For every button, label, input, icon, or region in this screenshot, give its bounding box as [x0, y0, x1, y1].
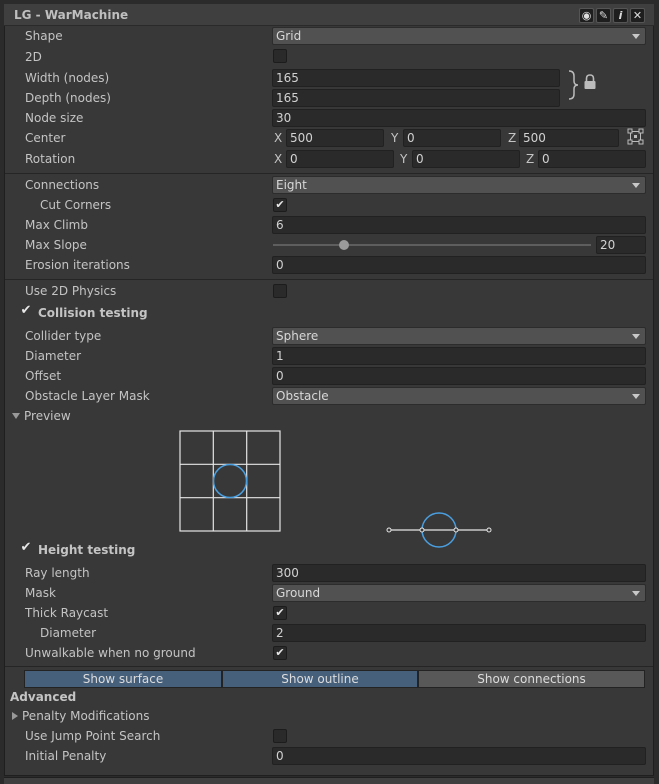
use-2d-physics-checkbox[interactable]	[273, 284, 287, 298]
initial-penalty-field[interactable]: 0	[272, 747, 646, 765]
jump-point-checkbox[interactable]	[273, 729, 287, 743]
obstacle-mask-dropdown-value: Obstacle	[276, 389, 329, 403]
width-field[interactable]: 165	[272, 69, 560, 87]
height-testing-label: Height testing	[38, 543, 136, 557]
chevron-down-icon	[632, 394, 640, 399]
diameter-label: Diameter	[25, 349, 82, 363]
snap-center-icon[interactable]	[627, 128, 644, 145]
foldout-expanded-icon[interactable]	[12, 413, 20, 419]
component-title: LG - WarMachine	[14, 8, 129, 22]
penalty-modifications-label[interactable]: Penalty Modifications	[22, 709, 150, 723]
brace-icon	[568, 70, 579, 100]
info-icon[interactable]: i	[613, 8, 628, 23]
depth-field[interactable]: 165	[272, 89, 560, 107]
chevron-down-icon	[632, 334, 640, 339]
ray-length-label: Ray length	[25, 566, 90, 580]
width-label: Width (nodes)	[25, 71, 110, 85]
collider-type-label: Collider type	[25, 329, 102, 343]
foldout-collapsed-icon[interactable]	[12, 712, 18, 720]
node-size-field[interactable]: 30	[272, 109, 646, 127]
initial-penalty-label: Initial Penalty	[25, 749, 107, 763]
max-climb-label: Max Climb	[25, 218, 88, 232]
offset-label: Offset	[25, 369, 62, 383]
height-testing-checkbox[interactable]: ✔	[19, 541, 33, 556]
rotation-y-axis-label: Y	[400, 152, 408, 166]
rotation-x-field[interactable]: 0	[286, 150, 394, 168]
chevron-down-icon	[632, 591, 640, 596]
show-connections-button[interactable]: Show connections	[418, 670, 645, 688]
2d-label: 2D	[25, 50, 42, 64]
thick-raycast-label: Thick Raycast	[25, 606, 109, 620]
chevron-down-icon	[632, 34, 640, 39]
depth-label: Depth (nodes)	[25, 91, 111, 105]
mask-label: Mask	[25, 586, 56, 600]
collision-testing-checkbox[interactable]: ✔	[19, 304, 33, 319]
offset-field[interactable]: 0	[272, 367, 646, 385]
max-climb-field[interactable]: 6	[272, 216, 646, 234]
center-label: Center	[25, 131, 66, 145]
rotation-y-field[interactable]: 0	[412, 150, 520, 168]
collider-type-dropdown[interactable]: Sphere	[272, 327, 646, 345]
collision-preview-grid	[179, 430, 281, 532]
rotation-x-axis-label: X	[274, 152, 283, 166]
center-y-field[interactable]: 0	[403, 129, 501, 147]
rotation-label: Rotation	[25, 152, 76, 166]
shape-dropdown-value: Grid	[276, 29, 302, 43]
connections-dropdown[interactable]: Eight	[272, 176, 646, 194]
lock-icon[interactable]	[583, 74, 597, 90]
section-divider	[5, 666, 653, 667]
collision-preview-side	[386, 512, 492, 548]
chevron-down-icon	[632, 183, 640, 188]
preview-label[interactable]: Preview	[24, 409, 71, 423]
cut-corners-checkbox[interactable]: ✔	[273, 198, 287, 212]
section-divider	[5, 279, 653, 280]
thick-diameter-field[interactable]: 2	[272, 624, 646, 642]
rotation-z-field[interactable]: 0	[538, 150, 646, 168]
center-z-axis-label: Z	[508, 131, 517, 145]
erosion-label: Erosion iterations	[25, 258, 130, 272]
collision-testing-label: Collision testing	[38, 306, 148, 320]
diameter-field[interactable]: 1	[272, 347, 646, 365]
node-size-label: Node size	[25, 111, 84, 125]
2d-checkbox[interactable]	[273, 49, 287, 63]
center-x-axis-label: X	[274, 131, 283, 145]
ray-length-field[interactable]: 300	[272, 564, 646, 582]
jump-point-label: Use Jump Point Search	[25, 729, 161, 743]
max-slope-slider-track[interactable]	[273, 244, 591, 246]
thick-raycast-checkbox[interactable]: ✔	[273, 606, 287, 620]
section-divider	[5, 173, 653, 174]
connections-dropdown-value: Eight	[276, 178, 307, 192]
center-y-axis-label: Y	[391, 131, 399, 145]
collider-circle	[212, 463, 248, 499]
pencil-icon[interactable]: ✎	[596, 8, 611, 23]
obstacle-mask-dropdown[interactable]: Obstacle	[272, 387, 646, 405]
center-x-field[interactable]: 500	[286, 129, 384, 147]
show-outline-button[interactable]: Show outline	[222, 670, 418, 688]
mask-dropdown-value: Ground	[276, 586, 321, 600]
component-header: LG - WarMachine	[4, 4, 654, 26]
center-z-field[interactable]: 500	[519, 129, 619, 147]
unwalkable-checkbox[interactable]: ✔	[273, 646, 287, 660]
close-icon[interactable]: ✕	[630, 8, 645, 23]
max-slope-field[interactable]: 20	[596, 236, 646, 254]
max-slope-label: Max Slope	[25, 238, 87, 252]
thick-diameter-label: Diameter	[40, 626, 97, 640]
connections-label: Connections	[25, 178, 100, 192]
mask-dropdown[interactable]: Ground	[272, 584, 646, 602]
shape-label: Shape	[25, 29, 63, 43]
obstacle-mask-label: Obstacle Layer Mask	[25, 389, 150, 403]
unwalkable-label: Unwalkable when no ground	[25, 646, 196, 660]
eye-icon[interactable]: ◉	[579, 8, 594, 23]
rotation-z-axis-label: Z	[526, 152, 535, 166]
show-surface-button[interactable]: Show surface	[24, 670, 222, 688]
cut-corners-label: Cut Corners	[40, 198, 112, 212]
max-slope-slider-thumb[interactable]	[338, 240, 349, 250]
shape-dropdown[interactable]: Grid	[272, 27, 646, 45]
collider-type-dropdown-value: Sphere	[276, 329, 319, 343]
erosion-field[interactable]: 0	[272, 256, 646, 274]
use-2d-physics-label: Use 2D Physics	[25, 284, 117, 298]
advanced-header: Advanced	[10, 690, 77, 704]
